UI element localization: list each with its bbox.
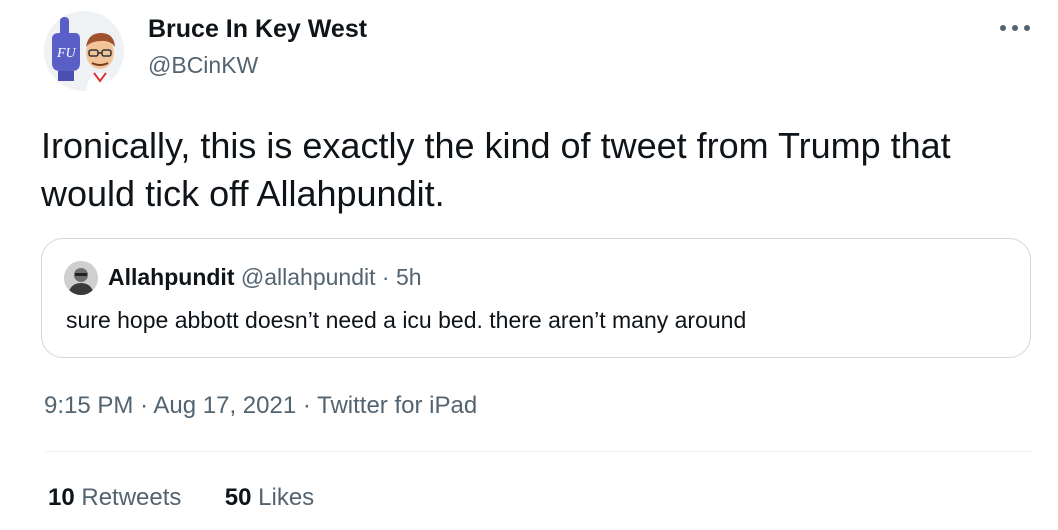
quoted-author-name[interactable]: Allahpundit <box>108 264 234 290</box>
tweet-source[interactable]: Twitter for iPad <box>317 392 477 419</box>
likes-count: 50 <box>224 484 252 511</box>
likes-stat[interactable]: 50 Likes <box>225 484 314 511</box>
separator-dot: · <box>381 264 390 290</box>
retweets-label: Retweets <box>81 484 182 511</box>
more-options-icon[interactable] <box>1000 18 1030 38</box>
tweet-time[interactable]: 9:15 PM <box>44 392 133 419</box>
tweet-text: Ironically, this is exactly the kind of … <box>41 125 951 214</box>
author-name[interactable]: Bruce In Key West <box>148 15 367 44</box>
person-photo-icon <box>64 261 98 295</box>
more-dot <box>1000 25 1006 31</box>
quoted-tweet[interactable]: Allahpundit @allahpundit · 5h sure hope … <box>41 238 1031 358</box>
quoted-tweet-header: Allahpundit @allahpundit · 5h <box>108 264 422 291</box>
tweet-metadata: 9:15 PM · Aug 17, 2021 · Twitter for iPa… <box>44 392 477 420</box>
tweet-stats: 10 Retweets 50 Likes <box>48 484 314 512</box>
quoted-author-avatar[interactable] <box>64 261 98 295</box>
retweets-count: 10 <box>48 484 75 511</box>
quoted-author-handle[interactable]: @allahpundit <box>241 264 376 290</box>
cartoon-avatar-foam-finger-icon: FU <box>44 11 124 91</box>
tweet-date[interactable]: Aug 17, 2021 <box>153 392 296 419</box>
author-avatar[interactable]: FU <box>44 11 124 91</box>
author-handle[interactable]: @BCinKW <box>148 52 258 79</box>
more-dot <box>1024 25 1030 31</box>
separator-dot: · <box>302 392 311 419</box>
quoted-tweet-text: sure hope abbott doesn’t need a icu bed.… <box>66 307 747 333</box>
svg-text:FU: FU <box>56 46 77 61</box>
tweet-card: FU Bruce In Key West @BCinKW Ironically,… <box>0 0 1058 530</box>
retweets-stat[interactable]: 10 Retweets <box>48 484 181 511</box>
divider <box>44 451 1032 452</box>
likes-label: Likes <box>258 484 315 511</box>
quoted-tweet-time[interactable]: 5h <box>396 264 422 290</box>
more-dot <box>1012 25 1018 31</box>
separator-dot: · <box>140 392 149 419</box>
